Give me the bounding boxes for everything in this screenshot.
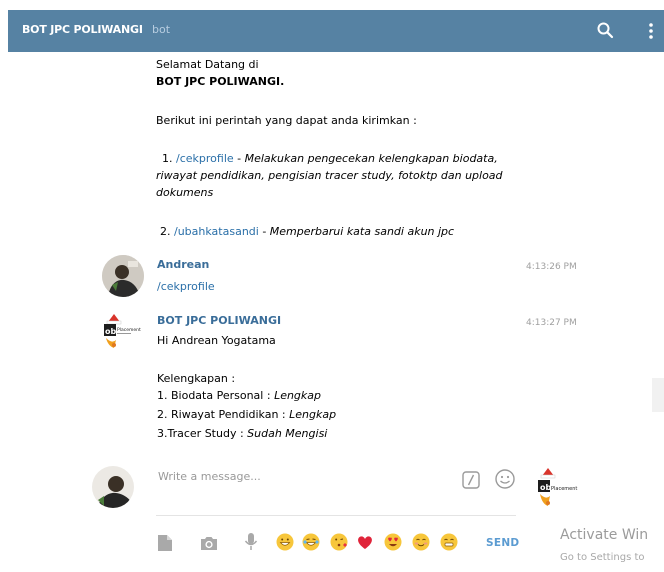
- command-desc-1c: dokumens: [156, 186, 214, 199]
- send-button[interactable]: SEND: [486, 537, 519, 549]
- command-link-cekprofile[interactable]: /cekprofile: [176, 152, 234, 165]
- welcome-line3: Berikut ini perintah yang dapat anda kir…: [156, 114, 417, 127]
- command-item-1: 1. /cekprofile - Melakukan pengecekan ke…: [162, 152, 498, 165]
- microphone-icon[interactable]: [244, 532, 258, 552]
- welcome-line2: BOT JPC POLIWANGI.: [156, 75, 285, 88]
- emoji-icon[interactable]: [494, 468, 516, 490]
- emoji-grimace-icon[interactable]: [440, 533, 458, 551]
- bot-logo-text: Placement: [551, 486, 578, 492]
- svg-text:ob: ob: [105, 327, 116, 336]
- user-message-text[interactable]: /cekprofile: [157, 280, 215, 294]
- search-icon[interactable]: [596, 21, 614, 39]
- activation-watermark: Activate Win: [560, 527, 649, 543]
- emoji-kiss-icon[interactable]: [330, 533, 348, 551]
- user-message-sender[interactable]: Andrean: [157, 258, 209, 272]
- scroll-indicator[interactable]: [652, 378, 664, 412]
- bot-message-heading: Kelengkapan :: [157, 372, 236, 385]
- self-avatar-photo: [92, 466, 134, 508]
- chat-subtitle: bot: [152, 23, 171, 36]
- chat-title[interactable]: BOT JPC POLIWANGI: [22, 23, 143, 36]
- composer-divider: [156, 515, 516, 516]
- camera-icon[interactable]: [199, 535, 219, 551]
- bot-avatar[interactable]: ob Placement: [102, 312, 144, 354]
- svg-text:Placement: Placement: [117, 327, 141, 333]
- welcome-line1: Selamat Datang di: [156, 58, 259, 71]
- command-item-2: 2. /ubahkatasandi - Memperbarui kata san…: [160, 225, 455, 238]
- bot-message-sender[interactable]: BOT JPC POLIWANGI: [157, 314, 281, 328]
- bot-message-item-3: 3.Tracer Study : Sudah Mengisi: [157, 427, 328, 440]
- chat-header: BOT JPC POLIWANGI bot: [8, 10, 664, 52]
- more-vert-icon[interactable]: [642, 20, 660, 42]
- bot-logo-prefix: ob: [540, 483, 552, 492]
- command-link-ubahkatasandi[interactable]: /ubahkatasandi: [174, 225, 259, 238]
- commands-icon[interactable]: [461, 470, 481, 490]
- emoji-blush-icon[interactable]: [412, 533, 430, 551]
- bot-message-item-1: 1. Biodata Personal : Lengkap: [157, 389, 322, 402]
- emoji-joy-icon[interactable]: [302, 533, 320, 551]
- user-avatar-photo: [102, 255, 144, 297]
- user-message-time: 4:13:26 PM: [526, 262, 577, 272]
- activation-watermark-sub: Go to Settings to: [560, 552, 645, 563]
- bot-message-item-2: 2. Riwayat Pendidikan : Lengkap: [157, 408, 337, 421]
- command-desc-1b: riwayat pendidikan, pengisian tracer stu…: [156, 169, 503, 182]
- user-avatar[interactable]: [102, 255, 144, 297]
- self-avatar[interactable]: [92, 466, 134, 508]
- message-input[interactable]: Write a message...: [158, 470, 261, 483]
- bot-message-time: 4:13:27 PM: [526, 318, 577, 328]
- bot-message-greeting: Hi Andrean Yogatama: [157, 334, 276, 347]
- emoji-heart-icon[interactable]: [356, 533, 374, 551]
- bot-logo-small[interactable]: ob Placement: [536, 466, 578, 512]
- bot-logo-icon: ob Placement: [104, 314, 141, 348]
- emoji-heart-eyes-icon[interactable]: [384, 533, 402, 551]
- file-icon[interactable]: [157, 534, 173, 552]
- emoji-grin-icon[interactable]: [276, 533, 294, 551]
